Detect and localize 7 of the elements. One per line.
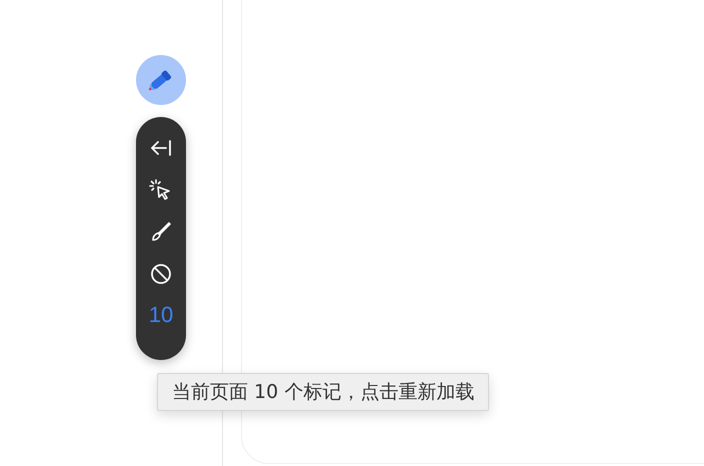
prohibited-icon <box>149 262 173 286</box>
arrow-left-bar-icon <box>149 138 173 158</box>
cursor-click-icon <box>149 179 173 201</box>
mark-count-button[interactable]: 10 <box>148 301 174 329</box>
pen-button[interactable] <box>136 55 186 105</box>
brush-icon <box>149 220 173 244</box>
tooltip: 当前页面 10 个标记，点击重新加载 <box>157 373 490 411</box>
